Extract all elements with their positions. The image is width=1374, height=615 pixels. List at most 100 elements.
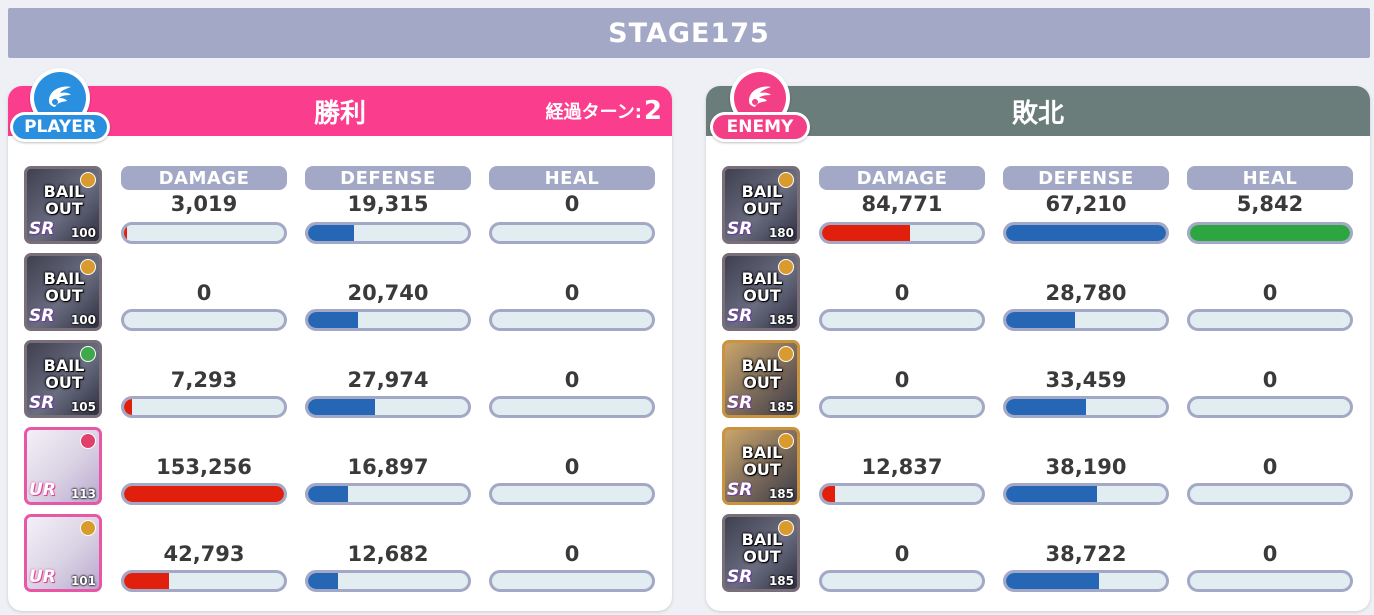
defense-value: 12,682 <box>347 542 429 566</box>
damage-bar <box>819 570 985 592</box>
element-icon <box>80 433 96 449</box>
defense-bar-fill <box>1006 486 1098 502</box>
heal-value: 0 <box>1262 281 1278 305</box>
damage-bar-fill <box>124 225 128 241</box>
bail-out-label: BAIL OUT <box>741 269 783 305</box>
unit-portrait[interactable]: BAIL OUT SR 105 <box>24 340 102 418</box>
damage-bar <box>819 222 985 244</box>
damage-stat: 0 <box>121 253 287 333</box>
heal-header: HEAL <box>489 166 655 190</box>
damage-bar <box>819 396 985 418</box>
bail-out-label: BAIL OUT <box>43 356 85 392</box>
unit-level: 185 <box>768 313 794 327</box>
unit-level: 105 <box>70 400 96 414</box>
heal-stat: 0 <box>1187 427 1353 507</box>
enemy-badge-label: ENEMY <box>713 115 807 139</box>
heal-bar <box>1187 222 1353 244</box>
defense-value: 19,315 <box>347 192 429 216</box>
unit-portrait[interactable]: BAIL OUT SR 185 <box>722 253 800 331</box>
damage-bar-fill <box>124 573 169 589</box>
heal-stat: HEAL 5,842 <box>1187 166 1353 246</box>
defense-stat: 33,459 <box>1003 340 1169 420</box>
defense-stat: 27,974 <box>305 340 471 420</box>
damage-bar <box>819 483 985 505</box>
defense-bar <box>305 396 471 418</box>
heal-bar <box>1187 570 1353 592</box>
unit-level: 101 <box>70 574 96 588</box>
defense-bar <box>1003 309 1169 331</box>
damage-value: 7,293 <box>170 368 238 392</box>
defense-header: DEFENSE <box>305 166 471 190</box>
player-panel: 勝利 経過ターン: 2 BAIL OUT SR 100 DAMAGE 3,019 DEFE… <box>8 86 672 611</box>
unit-portrait[interactable]: BAIL OUT SR 100 <box>24 166 102 244</box>
element-icon <box>80 520 96 536</box>
elapsed-turns-value: 2 <box>643 96 662 126</box>
player-unit-row: BAIL OUT SR 100 0 20,740 0 <box>8 253 672 333</box>
heal-value: 0 <box>1262 542 1278 566</box>
heal-bar <box>1187 483 1353 505</box>
defense-stat: 12,682 <box>305 514 471 594</box>
rarity-label: UR <box>29 567 56 587</box>
heal-value: 5,842 <box>1236 192 1304 216</box>
player-badge: PLAYER <box>8 68 112 146</box>
wing-icon <box>749 86 771 107</box>
unit-level: 185 <box>768 400 794 414</box>
enemy-panel: 敗北 BAIL OUT SR 180 DAMAGE 84,771 DEFENSE 67,21… <box>706 86 1370 611</box>
defense-value: 28,780 <box>1045 281 1127 305</box>
enemy-badge: ENEMY <box>708 68 812 146</box>
defense-stat: 38,722 <box>1003 514 1169 594</box>
enemy-unit-row: BAIL OUT SR 180 DAMAGE 84,771 DEFENSE 67,210 HE… <box>706 166 1370 246</box>
player-unit-row: BAIL OUT SR 105 7,293 27,974 0 <box>8 340 672 420</box>
heal-stat: 0 <box>489 514 655 594</box>
heal-bar <box>1187 396 1353 418</box>
heal-stat: 0 <box>489 340 655 420</box>
damage-value: 12,837 <box>861 455 943 479</box>
player-badge-label: PLAYER <box>13 115 107 139</box>
damage-bar <box>121 396 287 418</box>
unit-portrait[interactable]: UR 113 <box>24 427 102 505</box>
defense-value: 38,722 <box>1045 542 1127 566</box>
unit-portrait[interactable]: BAIL OUT SR 185 <box>722 514 800 592</box>
heal-value: 0 <box>564 192 580 216</box>
defense-value: 33,459 <box>1045 368 1127 392</box>
heal-stat: 0 <box>1187 253 1353 333</box>
unit-portrait[interactable]: BAIL OUT SR 180 <box>722 166 800 244</box>
unit-level: 180 <box>768 226 794 240</box>
damage-stat: 0 <box>819 253 985 333</box>
defense-bar <box>1003 570 1169 592</box>
defense-bar-fill <box>308 312 358 328</box>
defense-stat: DEFENSE 19,315 <box>305 166 471 246</box>
elapsed-turns-label: 経過ターン: <box>545 102 642 123</box>
bail-out-label: BAIL OUT <box>741 530 783 566</box>
damage-bar-fill <box>124 399 132 415</box>
heal-value: 0 <box>564 281 580 305</box>
bail-out-label: BAIL OUT <box>43 269 85 305</box>
defense-bar-fill <box>308 399 376 415</box>
damage-stat: 153,256 <box>121 427 287 507</box>
damage-value: 0 <box>894 368 910 392</box>
heal-value: 0 <box>564 455 580 479</box>
heal-stat: 0 <box>1187 340 1353 420</box>
unit-portrait[interactable]: BAIL OUT SR 185 <box>722 340 800 418</box>
unit-portrait[interactable]: BAIL OUT SR 185 <box>722 427 800 505</box>
heal-bar <box>489 396 655 418</box>
defense-stat: 38,190 <box>1003 427 1169 507</box>
damage-header: DAMAGE <box>121 166 287 190</box>
defense-bar-fill <box>1006 312 1075 328</box>
heal-bar <box>489 483 655 505</box>
damage-stat: DAMAGE 3,019 <box>121 166 287 246</box>
player-result: 勝利 <box>313 98 366 129</box>
defense-value: 67,210 <box>1045 192 1127 216</box>
player-unit-row: UR 101 42,793 12,682 0 <box>8 514 672 594</box>
unit-portrait[interactable]: BAIL OUT SR 100 <box>24 253 102 331</box>
defense-bar-fill <box>308 486 348 502</box>
heal-value: 0 <box>564 542 580 566</box>
damage-value: 153,256 <box>156 455 252 479</box>
enemy-result: 敗北 <box>1011 98 1064 129</box>
defense-bar-fill <box>1006 399 1086 415</box>
defense-stat: 16,897 <box>305 427 471 507</box>
unit-level: 100 <box>70 313 96 327</box>
defense-stat: 20,740 <box>305 253 471 333</box>
damage-stat: 42,793 <box>121 514 287 594</box>
unit-portrait[interactable]: UR 101 <box>24 514 102 592</box>
